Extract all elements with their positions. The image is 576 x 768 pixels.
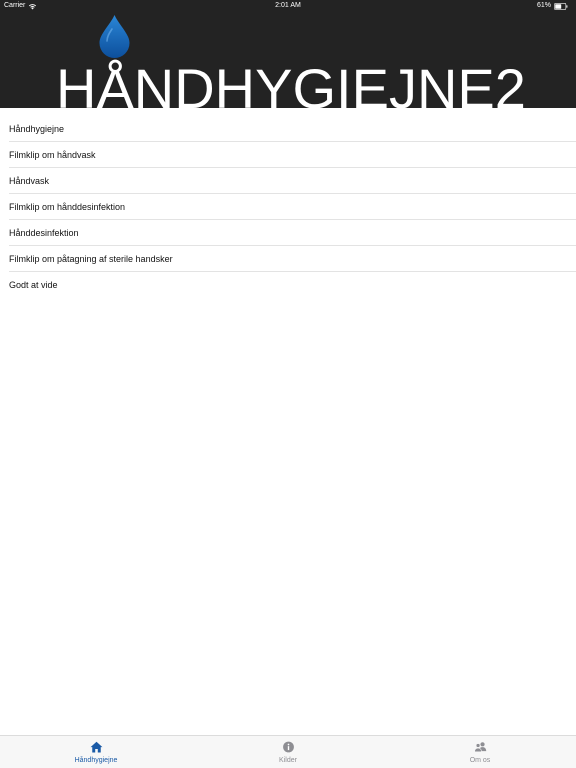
- list-item-handvask[interactable]: Håndvask: [9, 168, 576, 194]
- home-icon: [90, 741, 102, 753]
- water-drop-icon: [99, 15, 130, 58]
- app-title: HÅNDHYGIEJNE2: [56, 57, 526, 120]
- battery-percent: 61%: [536, 2, 551, 9]
- list-item-filmklip-handvask[interactable]: Filmklip om håndvask: [9, 142, 576, 168]
- people-icon: [473, 742, 486, 753]
- status-right: 61%: [537, 0, 568, 12]
- info-icon: [282, 741, 294, 753]
- list-item-godt-at-vide[interactable]: Godt at vide: [9, 272, 576, 298]
- status-bar: Carrier 2:01 AM 61%: [0, 0, 576, 12]
- tab-label: Håndhygiejne: [74, 757, 118, 764]
- tab-bar: Håndhygiejne Kilder Om os: [0, 735, 576, 768]
- battery-icon: [554, 2, 568, 10]
- list-item-handhygiejne[interactable]: Håndhygiejne: [9, 116, 576, 142]
- list-item-handdesinfektion[interactable]: Hånddesinfektion: [9, 220, 576, 246]
- tab-label: Om os: [469, 757, 491, 764]
- tab-kilder[interactable]: Kilder: [192, 736, 384, 768]
- banner: HÅNDHYGIEJNE2: [0, 12, 576, 120]
- menu-list: Håndhygiejne Filmklip om håndvask Håndva…: [0, 116, 576, 298]
- status-time: 2:01 AM: [275, 2, 301, 9]
- header: Carrier 2:01 AM 61% HÅNDHYGIEJNE2: [0, 0, 576, 120]
- tab-handhygiejne[interactable]: Håndhygiejne: [0, 736, 192, 768]
- tab-label: Kilder: [279, 757, 297, 764]
- list-item-filmklip-handdesinfektion[interactable]: Filmklip om hånddesinfektion: [9, 194, 576, 220]
- tab-om-os[interactable]: Om os: [384, 736, 576, 768]
- list-item-filmklip-sterile-handsker[interactable]: Filmklip om påtagning af sterile handske…: [9, 246, 576, 272]
- app-screen: Carrier 2:01 AM 61% HÅNDHYGIEJNE2 Håndhy…: [0, 0, 576, 768]
